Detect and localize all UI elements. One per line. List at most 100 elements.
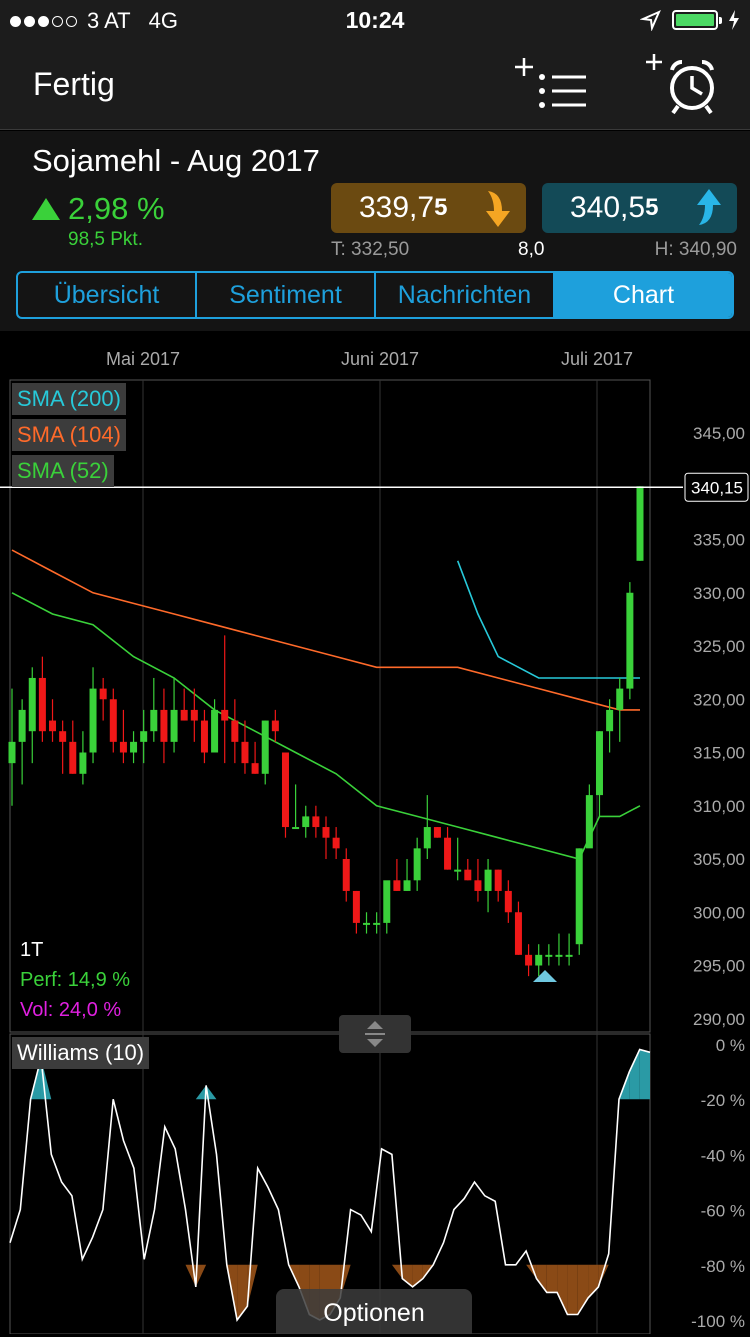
candle-body (576, 848, 583, 944)
add-alarm-icon[interactable] (640, 50, 722, 116)
status-bar: 3 AT 4G 10:24 (0, 0, 750, 40)
oversold-fill (567, 1265, 577, 1315)
overbought-fill (640, 1050, 650, 1100)
tab-sentiment[interactable]: Sentiment (197, 273, 376, 317)
high-price: H: 340,90 (655, 239, 737, 261)
candle-body (515, 912, 522, 955)
candle-body (555, 955, 562, 957)
tab-overview[interactable]: Übersicht (18, 273, 197, 317)
oversold-fill (536, 1265, 546, 1293)
williams-tick-label: -100 % (691, 1312, 745, 1331)
month-label: Juli 2017 (561, 349, 633, 369)
ask-price: 340,5 (570, 191, 645, 225)
candle-body (90, 689, 97, 753)
current-price-label: 340,15 (691, 478, 743, 497)
chart-axes: Mai 2017Juni 2017Juli 2017345,00340,0033… (0, 349, 748, 1331)
navigation-bar: Fertig (0, 40, 750, 130)
candle-body (545, 955, 552, 957)
legend-sma-52[interactable]: SMA (52) (12, 455, 114, 487)
candle-body (363, 923, 370, 925)
candle-body (434, 827, 441, 838)
candle-body (29, 678, 36, 731)
candle-body (282, 753, 289, 828)
panel-resize-handle[interactable] (339, 1015, 411, 1053)
legend-sma-104[interactable]: SMA (104) (12, 419, 126, 451)
buy-button[interactable]: 340,55 (542, 183, 737, 233)
candle-body (49, 721, 56, 732)
candle-body (231, 721, 238, 742)
spread-value: 8,0 (518, 239, 544, 261)
candle-body (191, 710, 198, 721)
sma-lines (12, 550, 640, 859)
candle-body (495, 870, 502, 891)
candle-body (302, 816, 309, 827)
change-indicator: 2,98 % (32, 191, 165, 227)
candlesticks (9, 486, 644, 982)
chart-grid (10, 380, 650, 1334)
done-button[interactable]: Fertig (33, 66, 115, 103)
battery-icon (672, 10, 718, 30)
y-tick-label: 345,00 (693, 424, 745, 443)
candle-body (464, 870, 471, 881)
candle-body (637, 486, 644, 561)
month-label: Mai 2017 (106, 349, 180, 369)
overbought-fill (196, 1085, 206, 1099)
candle-body (485, 870, 492, 891)
candle-body (353, 891, 360, 923)
candle-body (241, 742, 248, 763)
candle-body (110, 699, 117, 742)
bid-price: 339,7 (359, 191, 434, 225)
legend-sma-200[interactable]: SMA (200) (12, 383, 126, 415)
y-tick-label: 330,00 (693, 584, 745, 603)
instrument-title: Sojamehl - Aug 2017 (32, 143, 320, 179)
y-tick-label: 315,00 (693, 744, 745, 763)
candle-body (221, 710, 228, 721)
y-tick-label: 325,00 (693, 637, 745, 656)
tab-news[interactable]: Nachrichten (376, 273, 555, 317)
y-tick-label: 300,00 (693, 903, 745, 922)
oversold-fill (547, 1265, 557, 1293)
add-list-icon[interactable] (512, 54, 592, 116)
candle-body (383, 880, 390, 923)
candle-body (79, 753, 86, 774)
arrow-up-icon (693, 187, 727, 229)
sma-line-0 (458, 561, 640, 678)
status-right (640, 9, 740, 31)
y-tick-label: 310,00 (693, 797, 745, 816)
candle-body (586, 795, 593, 848)
candle-body (100, 689, 107, 700)
candle-body (626, 593, 633, 689)
candle-body (616, 689, 623, 710)
oversold-fill (557, 1265, 567, 1315)
candle-body (39, 678, 46, 731)
instrument-header: Sojamehl - Aug 2017 2,98 % 98,5 Pkt. 339… (0, 131, 750, 331)
clock: 10:24 (0, 7, 750, 34)
williams-tick-label: -20 % (701, 1091, 745, 1110)
y-tick-label: 335,00 (693, 531, 745, 550)
arrow-up-icon (32, 198, 60, 220)
resize-arrows-icon (339, 1015, 411, 1053)
candle-body (606, 710, 613, 731)
candle-body (535, 955, 542, 966)
candle-body (19, 710, 26, 742)
sell-button[interactable]: 339,75 (331, 183, 526, 233)
candle-body (404, 880, 411, 891)
options-button[interactable]: Optionen (276, 1289, 472, 1334)
candle-body (312, 816, 319, 827)
candle-body (130, 742, 137, 753)
tab-chart[interactable]: Chart (555, 273, 732, 317)
candle-body (343, 859, 350, 891)
candle-body (454, 870, 461, 872)
chart-area[interactable]: Mai 2017Juni 2017Juli 2017345,00340,0033… (0, 331, 750, 1334)
candle-body (444, 838, 451, 870)
charging-icon (728, 9, 740, 31)
candle-body (150, 710, 157, 731)
tab-bar: Übersicht Sentiment Nachrichten Chart (16, 271, 734, 319)
candle-body (373, 923, 380, 925)
candle-body (120, 742, 127, 753)
change-percent: 2,98 % (68, 191, 165, 227)
williams-indicator (10, 1050, 650, 1321)
candle-body (525, 955, 532, 966)
candle-body (272, 721, 279, 732)
legend-williams[interactable]: Williams (10) (12, 1037, 149, 1069)
